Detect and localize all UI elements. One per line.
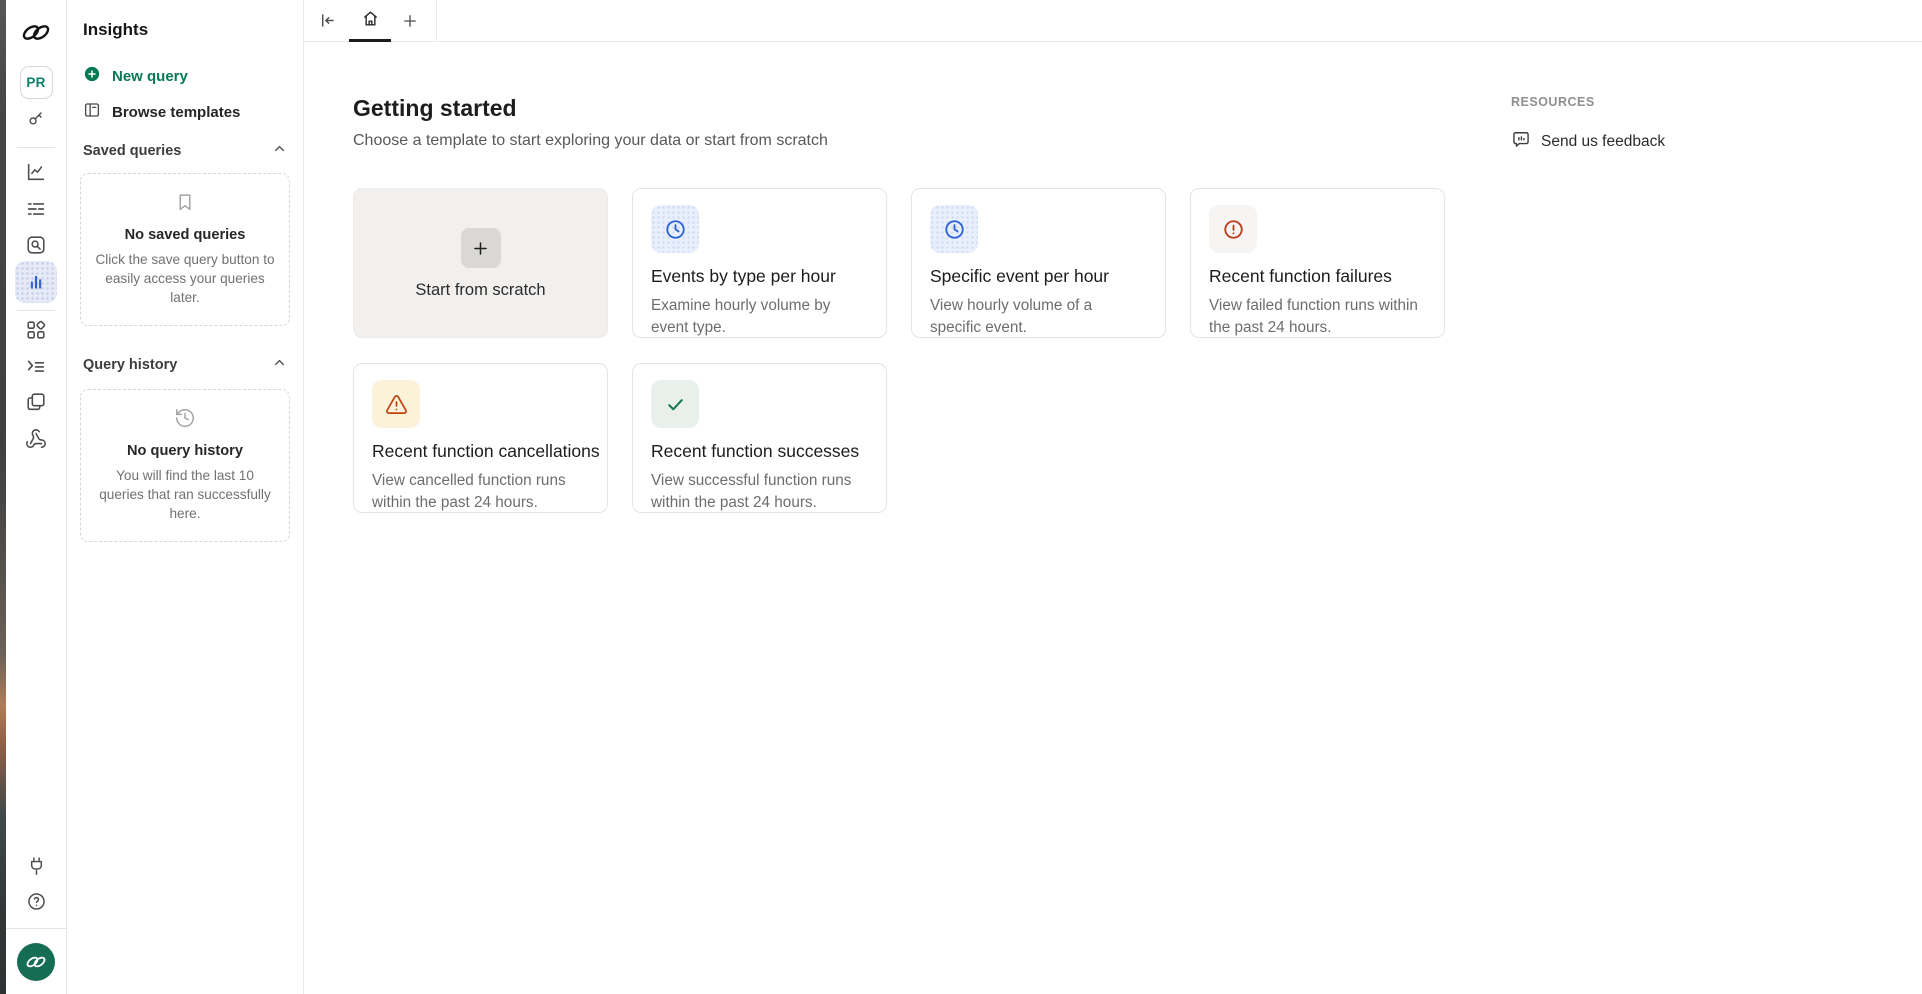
new-query-button[interactable]: New query <box>83 63 287 89</box>
start-from-scratch-label: Start from scratch <box>415 281 545 300</box>
saved-queries-title: Saved queries <box>83 143 181 159</box>
saved-queries-empty-state: No saved queries Click the save query bu… <box>80 173 290 326</box>
card-description: View successful function runs within the… <box>651 470 868 513</box>
webhooks-icon[interactable] <box>25 428 47 450</box>
query-history-header[interactable]: Query history <box>83 356 287 374</box>
clock-icon <box>651 205 699 253</box>
resources-title: RESOURCES <box>1511 95 1811 109</box>
card-description: View hourly volume of a specific event. <box>930 295 1147 338</box>
card-title: Specific event per hour <box>930 266 1147 287</box>
template-card-function-failures[interactable]: Recent function failures View failed fun… <box>1190 188 1445 338</box>
page-subtitle: Choose a template to start exploring you… <box>353 132 1449 150</box>
chevron-up-icon <box>272 141 287 161</box>
bookmark-icon <box>93 191 277 218</box>
card-description: View failed function runs within the pas… <box>1209 295 1426 338</box>
new-tab-plus-icon[interactable] <box>392 0 428 42</box>
rail-divider <box>17 147 55 148</box>
saved-queries-header[interactable]: Saved queries <box>83 142 287 160</box>
template-card-specific-event[interactable]: Specific event per hour View hourly volu… <box>911 188 1166 338</box>
chevron-up-icon <box>272 355 287 375</box>
card-title: Recent function failures <box>1209 266 1426 287</box>
inngest-logo[interactable] <box>19 21 53 44</box>
insights-sidebar: Insights New query Browse templates Save… <box>67 0 304 994</box>
plus-circle-icon <box>83 65 101 88</box>
feedback-icon <box>1511 129 1531 154</box>
saved-queries-empty-title: No saved queries <box>93 227 277 243</box>
event-search-icon[interactable] <box>25 234 47 256</box>
help-icon[interactable] <box>26 891 47 912</box>
plus-icon <box>461 228 501 268</box>
start-from-scratch-card[interactable]: Start from scratch <box>353 188 608 338</box>
template-card-events-by-type[interactable]: Events by type per hour Examine hourly v… <box>632 188 887 338</box>
runs-icon[interactable] <box>25 198 47 220</box>
resources-panel: RESOURCES Send us feedback <box>1511 95 1811 513</box>
metrics-icon[interactable] <box>25 161 47 183</box>
new-query-label: New query <box>112 68 188 85</box>
template-panel-icon <box>83 101 101 124</box>
tab-home[interactable] <box>348 0 392 42</box>
saved-queries-empty-text: Click the save query button to easily ac… <box>93 250 277 307</box>
insights-icon[interactable] <box>15 261 57 303</box>
functions-icon[interactable] <box>25 355 47 377</box>
warning-triangle-icon <box>372 380 420 428</box>
card-title: Events by type per hour <box>651 266 868 287</box>
alert-circle-icon <box>1209 205 1257 253</box>
account-avatar[interactable] <box>17 943 55 981</box>
collapse-sidebar-icon[interactable] <box>312 6 342 36</box>
query-history-title: Query history <box>83 357 177 373</box>
app-window: PR <box>0 0 1922 994</box>
browse-templates-button[interactable]: Browse templates <box>83 99 287 125</box>
check-icon <box>651 380 699 428</box>
sidebar-title: Insights <box>83 20 287 40</box>
tab-bar <box>304 0 1922 42</box>
page-title: Getting started <box>353 95 1449 122</box>
query-history-empty-title: No query history <box>93 443 277 459</box>
windows-icon[interactable] <box>25 391 47 413</box>
send-feedback-link[interactable]: Send us feedback <box>1511 129 1811 154</box>
getting-started-content: Getting started Choose a template to sta… <box>304 42 1922 513</box>
card-description: Examine hourly volume by event type. <box>651 295 868 338</box>
rail-divider <box>17 310 55 311</box>
template-card-function-cancellations[interactable]: Recent function cancellations View cance… <box>353 363 608 513</box>
template-card-function-successes[interactable]: Recent function successes View successfu… <box>632 363 887 513</box>
rail-divider <box>6 928 67 929</box>
query-history-empty-text: You will find the last 10 queries that r… <box>93 466 277 523</box>
clock-icon <box>930 205 978 253</box>
home-icon <box>361 9 380 33</box>
tab-strip-divider <box>436 0 437 42</box>
card-description: View cancelled function runs within the … <box>372 470 589 513</box>
key-icon[interactable] <box>26 108 46 128</box>
card-title: Recent function cancellations <box>372 441 589 462</box>
plug-icon[interactable] <box>26 855 47 876</box>
history-icon <box>93 407 277 434</box>
browse-templates-label: Browse templates <box>112 104 240 121</box>
template-card-grid: Start from scratch Events by type per ho… <box>353 188 1449 513</box>
environment-badge[interactable]: PR <box>20 66 53 99</box>
icon-rail: PR <box>6 0 67 994</box>
send-feedback-label: Send us feedback <box>1541 133 1665 151</box>
card-title: Recent function successes <box>651 441 868 462</box>
main-area: Getting started Choose a template to sta… <box>304 0 1922 994</box>
query-history-empty-state: No query history You will find the last … <box>80 389 290 542</box>
apps-icon[interactable] <box>25 319 47 341</box>
